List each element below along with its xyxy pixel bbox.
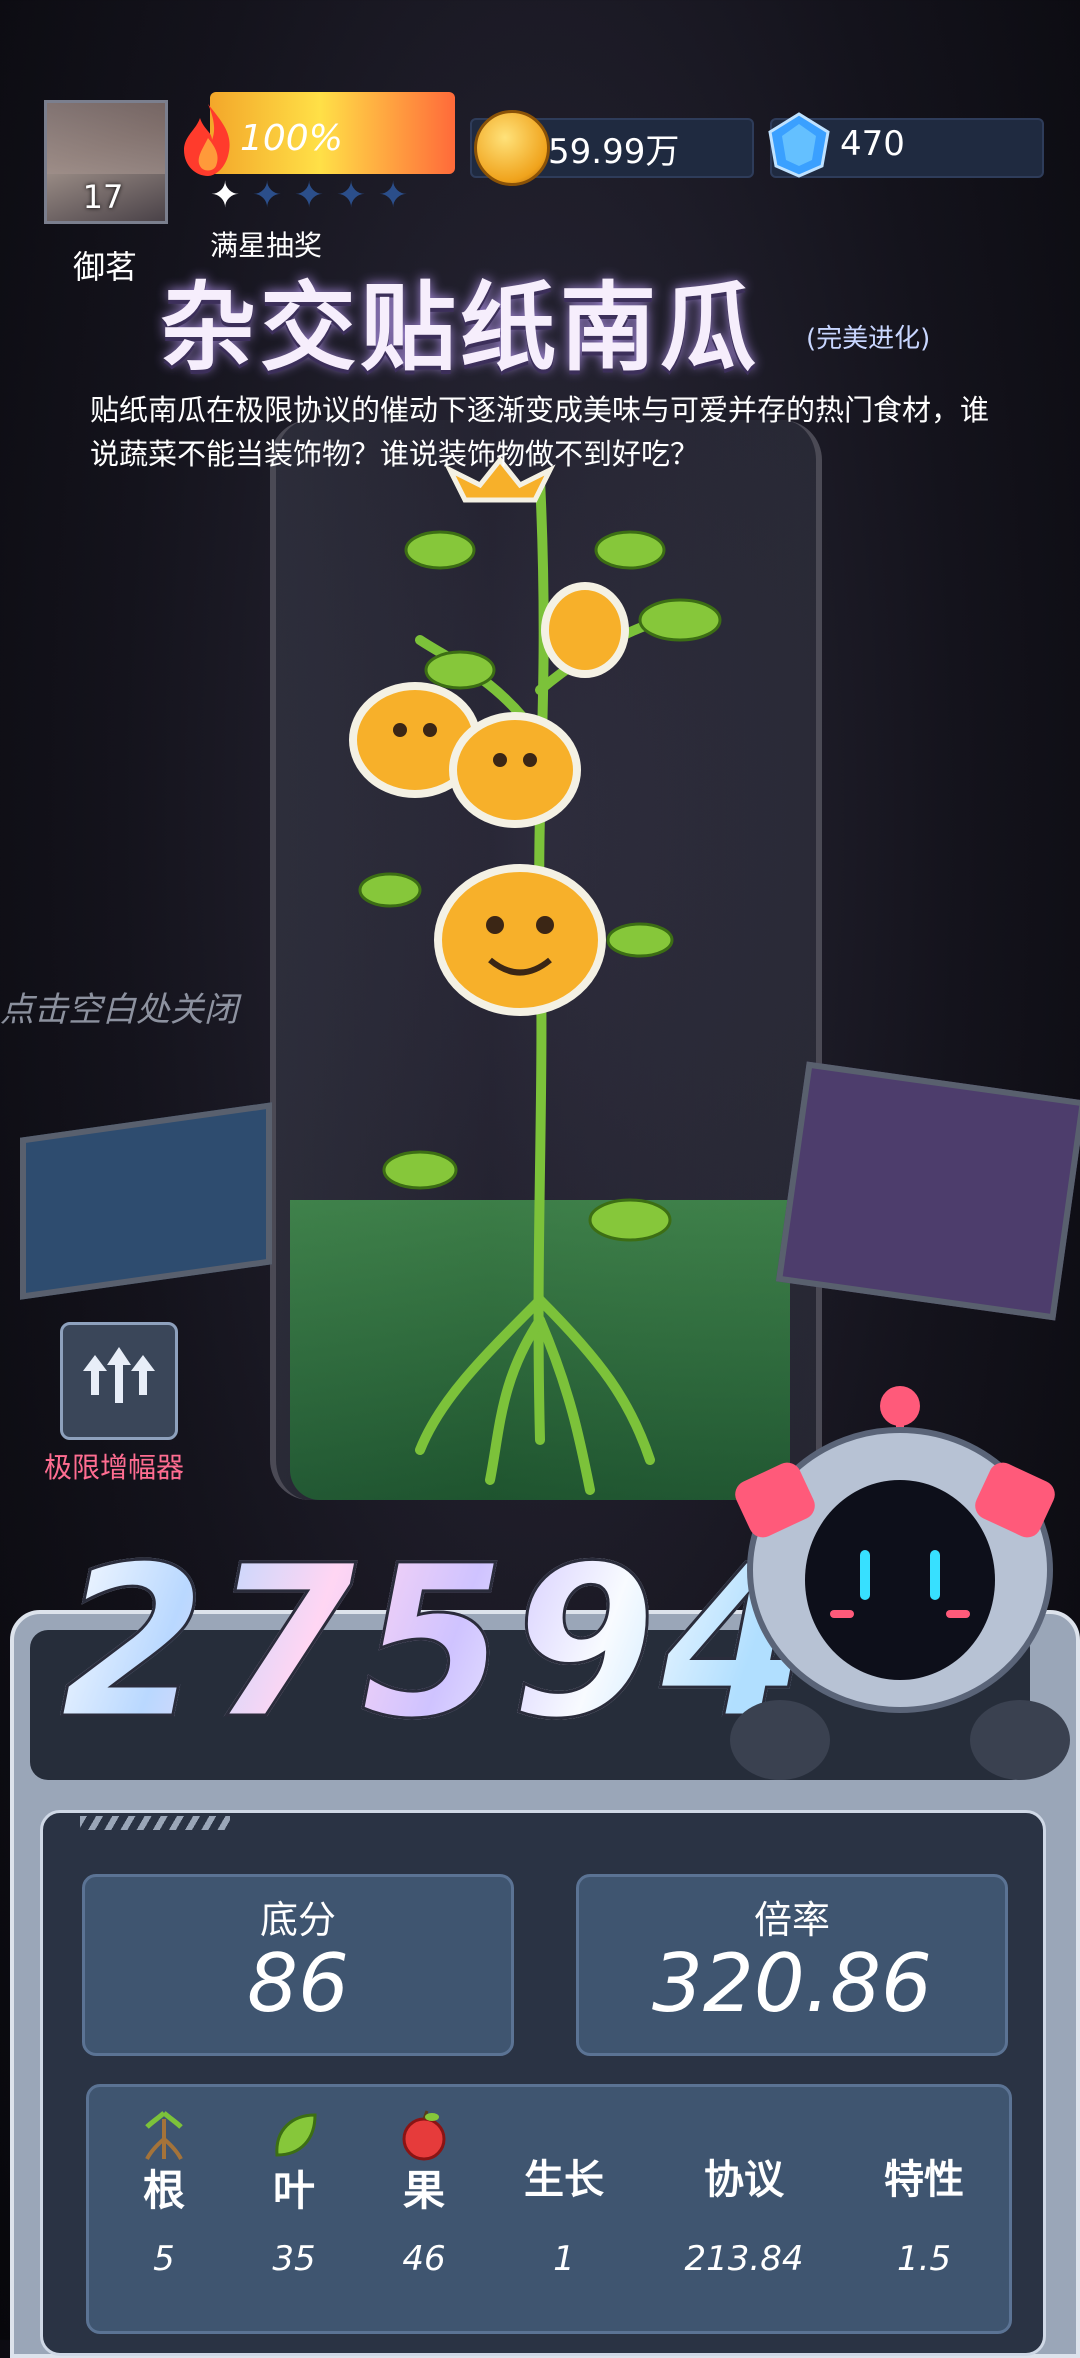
multiplier-value: 320.86	[652, 1937, 932, 2030]
fruit-icon	[402, 2110, 446, 2161]
star-progress: ✦ ✦ ✦ ✦ ✦	[210, 178, 414, 214]
stat-value: 35	[272, 2239, 316, 2279]
gem-icon	[768, 112, 830, 178]
star-icon: ✦	[210, 175, 241, 216]
star-icon: ✦	[252, 175, 283, 216]
stat-value: 5	[153, 2239, 175, 2279]
coin-amount: 59.99万	[548, 132, 680, 172]
stat-label: 果	[402, 2166, 445, 2215]
energy-percent: 100%	[240, 118, 343, 159]
stats-table: 根 5 叶 35 果 46 生长 1 协议 213.84 特性 1.5	[86, 2084, 1012, 2334]
star-icon: ✦	[336, 175, 367, 216]
pumpkin-plant-illustration	[349, 455, 722, 1495]
amplifier-label: 极限增幅器	[44, 1451, 185, 1484]
stat-label: 生长	[524, 2157, 604, 2203]
stat-label: 叶	[272, 2166, 315, 2215]
stat-value: 46	[402, 2239, 446, 2279]
gem-amount: 470	[840, 124, 905, 164]
stat-trait: 特性 1.5	[849, 2087, 999, 2331]
multiplier-card: 倍率 320.86	[576, 1874, 1008, 2056]
multiplier-label: 倍率	[753, 1898, 830, 1942]
flame-icon	[184, 104, 230, 176]
left-monitor	[20, 1102, 272, 1300]
leaf-icon	[275, 2113, 317, 2157]
panel-stripes	[80, 1816, 230, 1830]
stat-label: 特性	[884, 2157, 964, 2203]
avatar-portrait	[47, 103, 165, 174]
amplifier-button[interactable]	[60, 1322, 178, 1440]
right-monitor	[775, 1061, 1080, 1321]
stat-value: 213.84	[684, 2239, 804, 2279]
card-subtitle: (完美进化)	[806, 324, 931, 354]
star-icon: ✦	[378, 175, 409, 216]
stat-value: 1	[553, 2239, 575, 2279]
card-description: 贴纸南瓜在极限协议的催动下逐渐变成美味与可爱并存的热门食材，谁说蔬菜不能当装饰物…	[90, 393, 990, 471]
coin-icon	[474, 110, 550, 186]
stat-growth: 生长 1	[489, 2087, 639, 2331]
stat-leaf: 叶 35	[219, 2087, 369, 2331]
card-title: 杂交贴纸南瓜	[160, 272, 760, 384]
base-score-value: 86	[247, 1937, 349, 2030]
star-icon: ✦	[294, 175, 325, 216]
stat-protocol: 协议 213.84	[669, 2087, 819, 2331]
stat-label: 根	[142, 2166, 185, 2215]
player-name: 御茗	[72, 248, 137, 286]
base-score-card: 底分 86	[82, 1874, 514, 2056]
robot-mascot	[730, 1386, 1070, 1780]
root-icon	[145, 2111, 183, 2160]
stat-label: 协议	[704, 2157, 784, 2203]
close-hint[interactable]: 点击空白处关闭	[0, 982, 238, 1031]
base-score-label: 底分	[259, 1898, 336, 1942]
stat-fruit: 果 46	[349, 2087, 499, 2331]
arrows-up-icon	[83, 1347, 155, 1403]
player-level: 17	[82, 178, 124, 216]
stat-root: 根 5	[89, 2087, 239, 2331]
stat-value: 1.5	[896, 2239, 952, 2279]
